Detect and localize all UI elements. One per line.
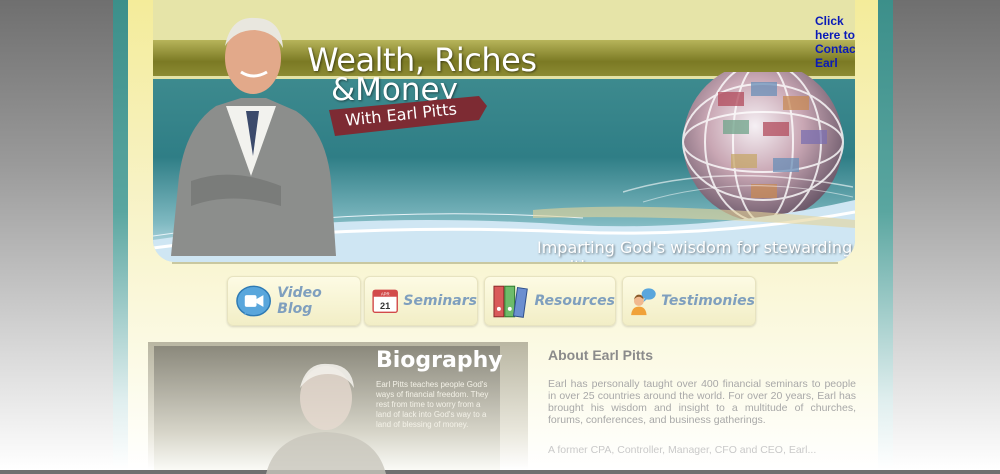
header-tagline: Imparting God's wisdom for stewarding we…: [537, 238, 853, 262]
biography-title: Biography: [376, 348, 503, 373]
biography-box[interactable]: Biography Earl Pitts teaches people God'…: [148, 342, 528, 474]
nav-video-blog[interactable]: Video Blog: [227, 276, 361, 326]
video-icon: [236, 285, 271, 317]
about-heading: About Earl Pitts: [548, 347, 654, 363]
header-banner: Click here to Contact Earl Wealth, Riche…: [153, 0, 855, 262]
nav-label: Seminars: [403, 293, 477, 309]
calendar-month: APR: [381, 291, 390, 296]
nav-label: Resources: [534, 293, 615, 309]
header-divider: [172, 262, 838, 264]
about-paragraph: Earl has personally taught over 400 fina…: [548, 378, 856, 426]
nav-seminars[interactable]: APR 21 Seminars: [364, 276, 478, 326]
nav-label: Video Blog: [277, 285, 322, 317]
person-speech-icon: [631, 288, 656, 316]
contact-link[interactable]: Click here to Contact Earl: [815, 14, 855, 70]
nav-label: Testimonies: [661, 293, 755, 309]
binders-icon: [493, 285, 528, 318]
nav-testimonies[interactable]: Testimonies: [622, 276, 756, 326]
biography-photo: [266, 363, 386, 474]
biography-text: Earl Pitts teaches people God's ways of …: [376, 380, 489, 429]
nav-resources[interactable]: Resources: [484, 276, 616, 326]
about-paragraph-2: A former CPA, Controller, Manager, CFO a…: [548, 444, 817, 456]
calendar-day: 21: [380, 301, 390, 311]
calendar-icon: APR 21: [372, 289, 398, 314]
